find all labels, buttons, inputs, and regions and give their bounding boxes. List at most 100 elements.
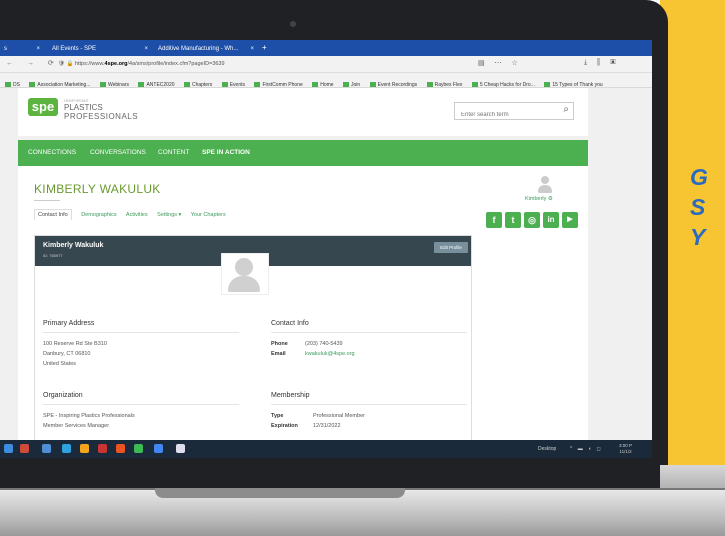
nav-content[interactable]: CONTENT: [158, 140, 189, 166]
user-menu[interactable]: Kimberly ⚙: [525, 196, 553, 202]
search-icon[interactable]: ⌕: [563, 104, 569, 115]
site-search: ⌕: [454, 102, 574, 123]
profile-card: Kimberly Wakuluk ID: 765977 Edit Profile…: [34, 235, 472, 458]
windows-taskbar: Desktop ^ ▬ ◖ ◻ 3:00 P 11/1/2: [0, 440, 652, 458]
close-icon[interactable]: ×: [144, 42, 148, 56]
nav-connections[interactable]: CONNECTIONS: [28, 140, 76, 166]
social-links: f t ◎ in ▶: [486, 212, 578, 230]
start-icon[interactable]: [4, 444, 13, 453]
system-tray-icons[interactable]: ^ ▬ ◖ ◻: [570, 440, 603, 458]
bookmarks-bar: DS Association Marketing... Webinars ANT…: [0, 73, 652, 88]
membership-type-label: Type: [271, 413, 284, 419]
organization-name: SPE - Inspiring Plastics Professionals: [43, 413, 135, 419]
card-name: Kimberly Wakuluk: [43, 242, 104, 249]
bookmark[interactable]: 15 Types of Thank you: [544, 78, 603, 87]
app-icon[interactable]: [176, 444, 185, 453]
app-icon[interactable]: [20, 444, 29, 453]
new-tab-button[interactable]: +: [262, 42, 267, 54]
contact-info-title: Contact Info: [271, 320, 309, 327]
nav-buttons-icon[interactable]: ← → ⟳: [6, 59, 60, 67]
tab-settings[interactable]: Settings ▾: [157, 212, 181, 218]
main-nav: CONNECTIONS CONVERSATIONS CONTENT SPE IN…: [18, 140, 588, 166]
side-letter-2: S: [690, 194, 706, 220]
organization-title: Organization: [43, 392, 83, 399]
divider: [43, 332, 239, 333]
primary-address-title: Primary Address: [43, 320, 95, 327]
bookmark[interactable]: DS: [5, 78, 20, 87]
webcam: [290, 21, 296, 27]
bookmark[interactable]: Association Marketing...: [29, 78, 91, 87]
bookmark[interactable]: FirstComm Phone: [254, 78, 303, 87]
clock[interactable]: 3:00 P 11/1/2: [619, 443, 632, 455]
laptop-screen: s × All Events - SPE × Additive Manufact…: [0, 40, 652, 458]
bookmark[interactable]: ANTEC2020: [138, 78, 175, 87]
divider: [43, 404, 239, 405]
youtube-icon[interactable]: ▶: [562, 212, 578, 228]
laptop-hinge-right: [660, 465, 725, 490]
address-bar: ← → ⟳ 🛡 🔒 https://www.4spe.org/4a/sms/pr…: [0, 56, 652, 73]
profile-photo-avatar: [221, 253, 269, 295]
membership-type-value: Professional Member: [313, 413, 365, 419]
bookmark[interactable]: Chapters: [183, 78, 212, 87]
job-title: Member Services Manager: [43, 423, 110, 429]
app-icon[interactable]: [62, 444, 71, 453]
side-letter-3: Y: [690, 224, 706, 250]
browser-tab-events[interactable]: All Events - SPE ×: [48, 42, 152, 56]
taskbar-desktop-label[interactable]: Desktop: [538, 440, 556, 458]
heading-divider: [34, 200, 60, 201]
profile-body: KIMBERLY WAKULUK Contact Info Demographi…: [18, 166, 588, 458]
address-line-3: United States: [43, 361, 77, 367]
instagram-icon[interactable]: ◎: [524, 212, 540, 228]
membership-title: Membership: [271, 392, 310, 399]
side-heading-text: G S Y: [690, 162, 708, 252]
browser-tab-additive[interactable]: Additive Manufacturing - Wh... ×: [154, 42, 258, 56]
profile-tabs: Contact Info Demographics Activities Set…: [34, 209, 234, 220]
browser-tab-bar: s × All Events - SPE × Additive Manufact…: [0, 40, 652, 56]
nav-conversations[interactable]: CONVERSATIONS: [90, 140, 146, 166]
laptop-bezel: s × All Events - SPE × Additive Manufact…: [0, 0, 668, 490]
spe-logo[interactable]: spe: [28, 98, 58, 116]
close-icon[interactable]: ×: [250, 42, 254, 56]
shield-icon: 🛡 🔒: [58, 61, 74, 67]
app-icon[interactable]: [42, 444, 51, 453]
nav-spe-in-action[interactable]: SPE IN ACTION: [202, 140, 250, 166]
app-icon[interactable]: [134, 444, 143, 453]
toolbar-icons[interactable]: ⤓ ⫼ ▣: [584, 59, 620, 67]
facebook-icon[interactable]: f: [486, 212, 502, 228]
tab-demographics[interactable]: Demographics: [81, 212, 116, 218]
address-line-1: 100 Reserve Rd Ste B310: [43, 341, 107, 347]
address-line-2: Danbury, CT 06810: [43, 351, 91, 357]
tab-activities[interactable]: Activities: [126, 212, 148, 218]
user-avatar-icon[interactable]: [537, 176, 553, 194]
close-icon[interactable]: ×: [36, 42, 40, 56]
divider: [271, 404, 467, 405]
app-icon[interactable]: [98, 444, 107, 453]
chrome-icon[interactable]: [154, 444, 163, 453]
phone-label: Phone: [271, 341, 288, 347]
divider: [271, 332, 467, 333]
side-letter-1: G: [690, 164, 708, 190]
tab-your-chapters[interactable]: Your Chapters: [191, 212, 226, 218]
bookmark[interactable]: Webinars: [99, 78, 129, 87]
browser-tab-profile[interactable]: s ×: [0, 42, 44, 56]
bookmark[interactable]: Events: [221, 78, 245, 87]
edit-profile-button[interactable]: Edit Profile: [434, 242, 468, 253]
bookmark[interactable]: 5 Cheap Hacks for Dro...: [471, 78, 535, 87]
twitter-icon[interactable]: t: [505, 212, 521, 228]
bookmark[interactable]: Event Recordings: [369, 78, 417, 87]
url-field[interactable]: 🛡 🔒 https://www.4spe.org/4a/sms/profile/…: [58, 59, 438, 69]
bookmark[interactable]: Join: [343, 78, 360, 87]
app-icon[interactable]: [80, 444, 89, 453]
expiration-value: 12/31/2022: [313, 423, 341, 429]
page-actions-icon[interactable]: ▤ ⋯ ☆: [478, 59, 522, 67]
email-link[interactable]: kwakuluk@4spe.org: [305, 351, 355, 357]
web-page: spe INSPIRING PLASTICS PROFESSIONALS ⌕ C…: [0, 88, 652, 458]
linkedin-icon[interactable]: in: [543, 212, 559, 228]
expiration-label: Expiration: [271, 423, 298, 429]
bookmark[interactable]: Raybex Flex: [426, 78, 462, 87]
bookmark[interactable]: Home: [312, 78, 334, 87]
tab-contact-info[interactable]: Contact Info: [34, 209, 72, 220]
firefox-icon[interactable]: [116, 444, 125, 453]
profile-heading: KIMBERLY WAKULUK: [34, 182, 161, 196]
search-input[interactable]: [459, 107, 553, 123]
